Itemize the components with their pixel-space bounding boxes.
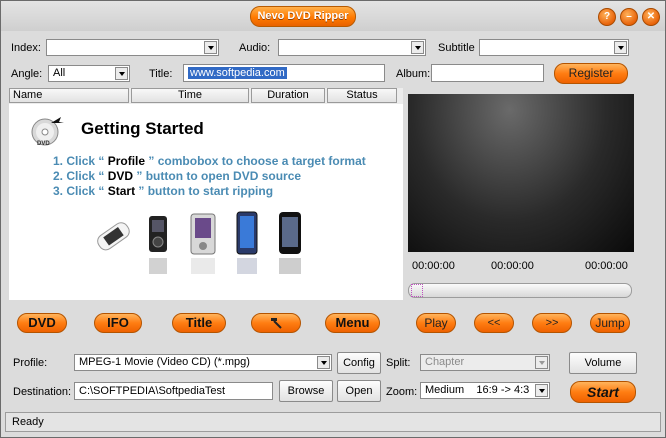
time-current: 00:00:00 bbox=[412, 260, 455, 272]
dvd-disc-icon: DVD bbox=[31, 117, 64, 147]
title-button[interactable]: Title bbox=[172, 313, 226, 333]
title-value: www.softpedia.com bbox=[188, 67, 287, 79]
window-title: Nevo DVD Ripper bbox=[250, 6, 356, 27]
seek-handle[interactable] bbox=[411, 284, 423, 297]
split-combobox[interactable]: Chapter bbox=[420, 354, 550, 371]
config-button[interactable]: Config bbox=[337, 352, 381, 374]
browse-button[interactable]: Browse bbox=[279, 380, 333, 402]
profile-label: Profile: bbox=[13, 357, 48, 369]
subtitle-combobox[interactable] bbox=[479, 39, 629, 56]
index-combobox[interactable] bbox=[46, 39, 219, 56]
dvd-button[interactable]: DVD bbox=[17, 313, 67, 333]
start-button[interactable]: Start bbox=[570, 381, 636, 403]
rewind-button[interactable]: << bbox=[474, 313, 514, 333]
play-button[interactable]: Play bbox=[416, 313, 456, 333]
getting-started-panel: DVD Getting Started 1. Click “ Profile ”… bbox=[9, 104, 403, 300]
status-bar: Ready bbox=[5, 412, 661, 432]
main-window: Nevo DVD Ripper ? – ✕ Index: Audio: Subt… bbox=[0, 0, 666, 438]
column-header-status[interactable]: Status bbox=[327, 88, 397, 103]
video-preview bbox=[408, 94, 634, 252]
close-icon[interactable]: ✕ bbox=[642, 8, 660, 26]
time-mid: 00:00:00 bbox=[491, 260, 534, 272]
title-input[interactable]: www.softpedia.com bbox=[183, 64, 385, 82]
chevron-down-icon[interactable] bbox=[317, 356, 330, 369]
volume-button[interactable]: Volume bbox=[569, 352, 637, 374]
angle-combobox[interactable]: All bbox=[48, 65, 130, 82]
chevron-down-icon[interactable] bbox=[614, 41, 627, 54]
chevron-down-icon[interactable] bbox=[204, 41, 217, 54]
destination-label: Destination: bbox=[13, 386, 72, 398]
status-text: Ready bbox=[12, 416, 44, 428]
seek-slider[interactable] bbox=[408, 283, 632, 298]
chevron-down-icon[interactable] bbox=[115, 67, 128, 80]
zoom-label: Zoom: bbox=[386, 386, 418, 398]
menu-button[interactable]: Menu bbox=[325, 313, 380, 333]
chevron-down-icon[interactable] bbox=[535, 384, 548, 397]
chevron-down-icon[interactable] bbox=[535, 356, 548, 369]
title-list-header: Name Time Duration Status bbox=[9, 88, 403, 104]
column-header-name[interactable]: Name bbox=[9, 88, 129, 103]
split-label: Split: bbox=[386, 357, 411, 369]
guide-step-2: 2. Click “ DVD ” button to open DVD sour… bbox=[53, 169, 302, 183]
getting-started-heading: Getting Started bbox=[81, 119, 204, 138]
guide-step-3: 3. Click “ Start ” button to start rippi… bbox=[53, 184, 274, 198]
index-label: Index: bbox=[11, 42, 41, 54]
disc-label: DVD bbox=[37, 141, 50, 147]
subtitle-label: Subtitle bbox=[438, 42, 475, 54]
column-header-duration[interactable]: Duration bbox=[251, 88, 325, 103]
devices-illustration bbox=[97, 211, 301, 274]
open-button[interactable]: Open bbox=[337, 380, 381, 402]
audio-label: Audio: bbox=[239, 42, 271, 54]
audio-combobox[interactable] bbox=[278, 39, 426, 56]
split-value: Chapter bbox=[425, 356, 465, 368]
forward-button[interactable]: >> bbox=[532, 313, 572, 333]
profile-combobox[interactable]: MPEG-1 Movie (Video CD) (*.mpg) bbox=[74, 354, 332, 371]
angle-value: All bbox=[53, 67, 66, 79]
zoom-combobox[interactable]: Medium 16:9 -> 4:3 bbox=[420, 382, 550, 399]
help-icon[interactable]: ? bbox=[598, 8, 616, 26]
guide-step-1: 1. Click “ Profile ” combobox to choose … bbox=[53, 154, 366, 168]
jump-button[interactable]: Jump bbox=[590, 313, 630, 333]
album-input[interactable] bbox=[431, 64, 544, 82]
time-total: 00:00:00 bbox=[585, 260, 628, 272]
register-button[interactable]: Register bbox=[554, 63, 628, 84]
minimize-icon[interactable]: – bbox=[620, 8, 638, 26]
ifo-button[interactable]: IFO bbox=[94, 313, 142, 333]
zoom-value: Medium 16:9 -> 4:3 bbox=[425, 384, 530, 396]
profile-value: MPEG-1 Movie (Video CD) (*.mpg) bbox=[79, 356, 250, 368]
column-header-time[interactable]: Time bbox=[131, 88, 249, 103]
destination-value: C:\SOFTPEDIA\SoftpediaTest bbox=[79, 385, 226, 397]
angle-label: Angle: bbox=[11, 68, 43, 80]
title-label: Title: bbox=[149, 68, 173, 80]
title-bar[interactable]: Nevo DVD Ripper ? – ✕ bbox=[1, 1, 665, 31]
destination-input[interactable]: C:\SOFTPEDIA\SoftpediaTest bbox=[74, 382, 273, 400]
chevron-down-icon[interactable] bbox=[411, 41, 424, 54]
tools-button[interactable] bbox=[251, 313, 301, 333]
album-label: Album: bbox=[396, 68, 431, 80]
hammer-icon bbox=[271, 318, 282, 329]
